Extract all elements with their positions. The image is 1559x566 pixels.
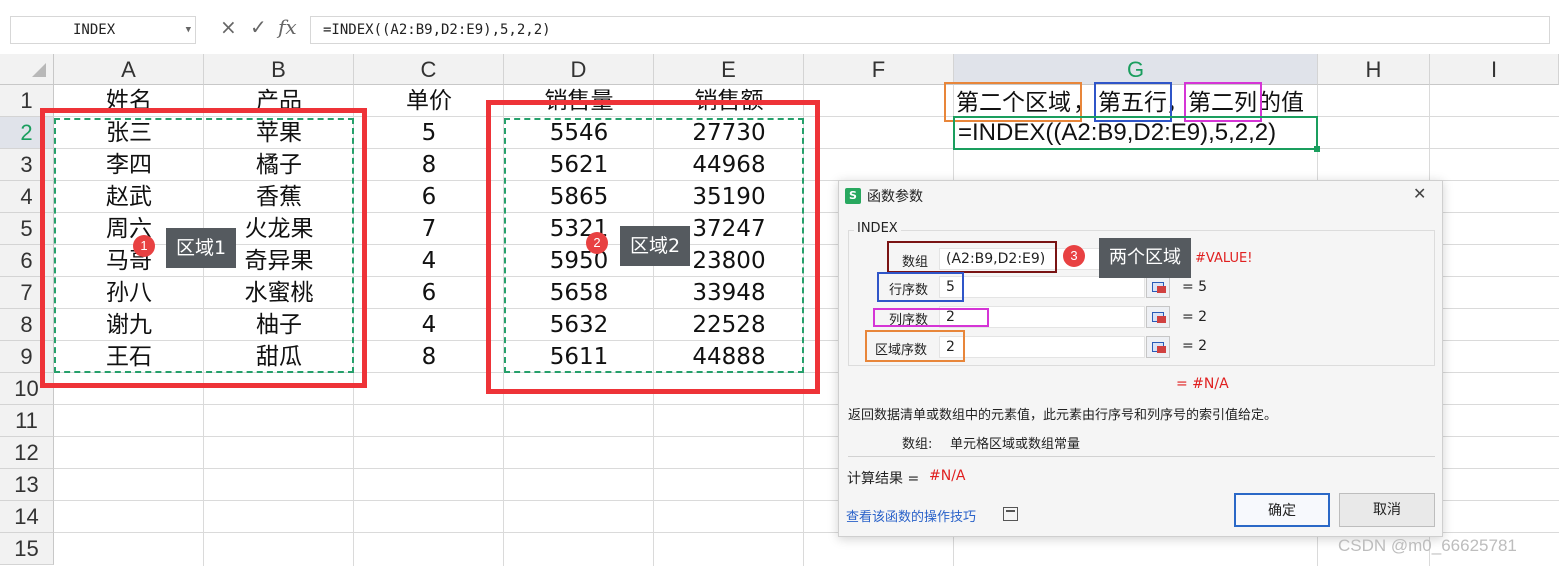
- row-header-12[interactable]: 12: [0, 437, 54, 469]
- name-box-value: INDEX: [73, 22, 116, 38]
- region2-badge: 2: [586, 232, 608, 254]
- column-header-g[interactable]: G: [954, 54, 1318, 85]
- column-header-d[interactable]: D: [504, 54, 654, 85]
- close-icon[interactable]: ✕: [1413, 184, 1426, 203]
- column-header-b[interactable]: B: [204, 54, 354, 85]
- active-cell-g2[interactable]: =INDEX((A2:B9,D2:E9),5,2,2): [953, 116, 1320, 152]
- cell-c1[interactable]: 单价: [354, 85, 504, 117]
- function-tips-link[interactable]: 查看该函数的操作技巧: [846, 506, 976, 525]
- collapse-dialog-icon[interactable]: [1146, 306, 1170, 328]
- column-header-c[interactable]: C: [354, 54, 504, 85]
- param-help-label: 数组:: [902, 437, 933, 452]
- two-regions-note: 两个区域: [1099, 238, 1191, 278]
- cancel-button[interactable]: 取消: [1339, 493, 1435, 527]
- g1-part-value: 的值: [1258, 90, 1304, 116]
- collapse-dialog-icon[interactable]: [1146, 336, 1170, 358]
- row-header-14[interactable]: 14: [0, 501, 54, 533]
- region1-note: 区域1: [166, 228, 237, 268]
- region1-badge: 1: [133, 235, 155, 257]
- confirm-icon[interactable]: ✓: [250, 15, 267, 39]
- two-regions-badge: 3: [1063, 245, 1085, 267]
- cell-c2[interactable]: 5: [354, 117, 504, 149]
- column-header-e[interactable]: E: [654, 54, 804, 85]
- column-header-i[interactable]: I: [1430, 54, 1559, 85]
- function-arguments-dialog: S 函数参数 ✕ INDEX 数组 (A2:B9,D2:E9) = #VALUE…: [838, 180, 1443, 537]
- arg-result-row: = 5: [1182, 279, 1208, 295]
- insert-function-icon[interactable]: fx: [278, 15, 297, 39]
- app-logo-icon: S: [845, 188, 861, 204]
- area-annotation-box: [865, 330, 965, 362]
- calc-result-value: #N/A: [929, 468, 966, 484]
- cell-c7[interactable]: 6: [354, 277, 504, 309]
- cell-c8[interactable]: 4: [354, 309, 504, 341]
- row-header-13[interactable]: 13: [0, 469, 54, 501]
- divider: [848, 456, 1435, 457]
- column-header-a[interactable]: A: [54, 54, 204, 85]
- row-annotation-box: [877, 272, 964, 302]
- calc-result-label: 计算结果 =: [847, 471, 920, 487]
- array-annotation-box: [887, 241, 1057, 273]
- cell-c4[interactable]: 6: [354, 181, 504, 213]
- cell-c5[interactable]: 7: [354, 213, 504, 245]
- function-name: INDEX: [854, 221, 901, 236]
- ok-button[interactable]: 确定: [1234, 493, 1330, 527]
- row-header-11[interactable]: 11: [0, 405, 54, 437]
- cell-c9[interactable]: 8: [354, 341, 504, 373]
- dialog-title: 函数参数: [867, 189, 923, 205]
- select-all-triangle-icon: [32, 63, 46, 77]
- name-box[interactable]: INDEX ▼: [10, 16, 196, 44]
- cell-c3[interactable]: 8: [354, 149, 504, 181]
- overall-result: = #N/A: [1176, 376, 1229, 392]
- fill-handle[interactable]: [1314, 146, 1320, 152]
- arg-result-area: = 2: [1182, 338, 1208, 354]
- video-tips-icon[interactable]: [1003, 507, 1018, 521]
- formula-bar: INDEX ▼ × ✓ fx =INDEX((A2:B9,D2:E9),5,2,…: [0, 0, 1559, 54]
- chevron-down-icon[interactable]: ▼: [186, 17, 191, 43]
- cell-c6[interactable]: 4: [354, 245, 504, 277]
- column-annotation-box: [873, 308, 989, 327]
- g2-formula-text: =INDEX((A2:B9,D2:E9),5,2,2): [958, 119, 1277, 146]
- arg-input-area[interactable]: 2: [939, 336, 1145, 358]
- watermark: CSDN @m0_66625781: [1338, 536, 1517, 555]
- arg-result-column: = 2: [1182, 309, 1208, 325]
- function-description: 返回数据清单或数组中的元素值，此元素由行序号和列序号的索引值给定。: [848, 408, 1278, 423]
- column-header-f[interactable]: F: [804, 54, 954, 85]
- collapse-dialog-icon[interactable]: [1146, 276, 1170, 298]
- arg-input-row[interactable]: 5: [939, 276, 1145, 298]
- region2-note: 区域2: [620, 226, 691, 266]
- param-help-text: 单元格区域或数组常量: [950, 437, 1081, 452]
- formula-input[interactable]: =INDEX((A2:B9,D2:E9),5,2,2): [310, 16, 1550, 44]
- row-header-15[interactable]: 15: [0, 533, 54, 565]
- cancel-icon[interactable]: ×: [220, 15, 237, 39]
- column-header-h[interactable]: H: [1318, 54, 1430, 85]
